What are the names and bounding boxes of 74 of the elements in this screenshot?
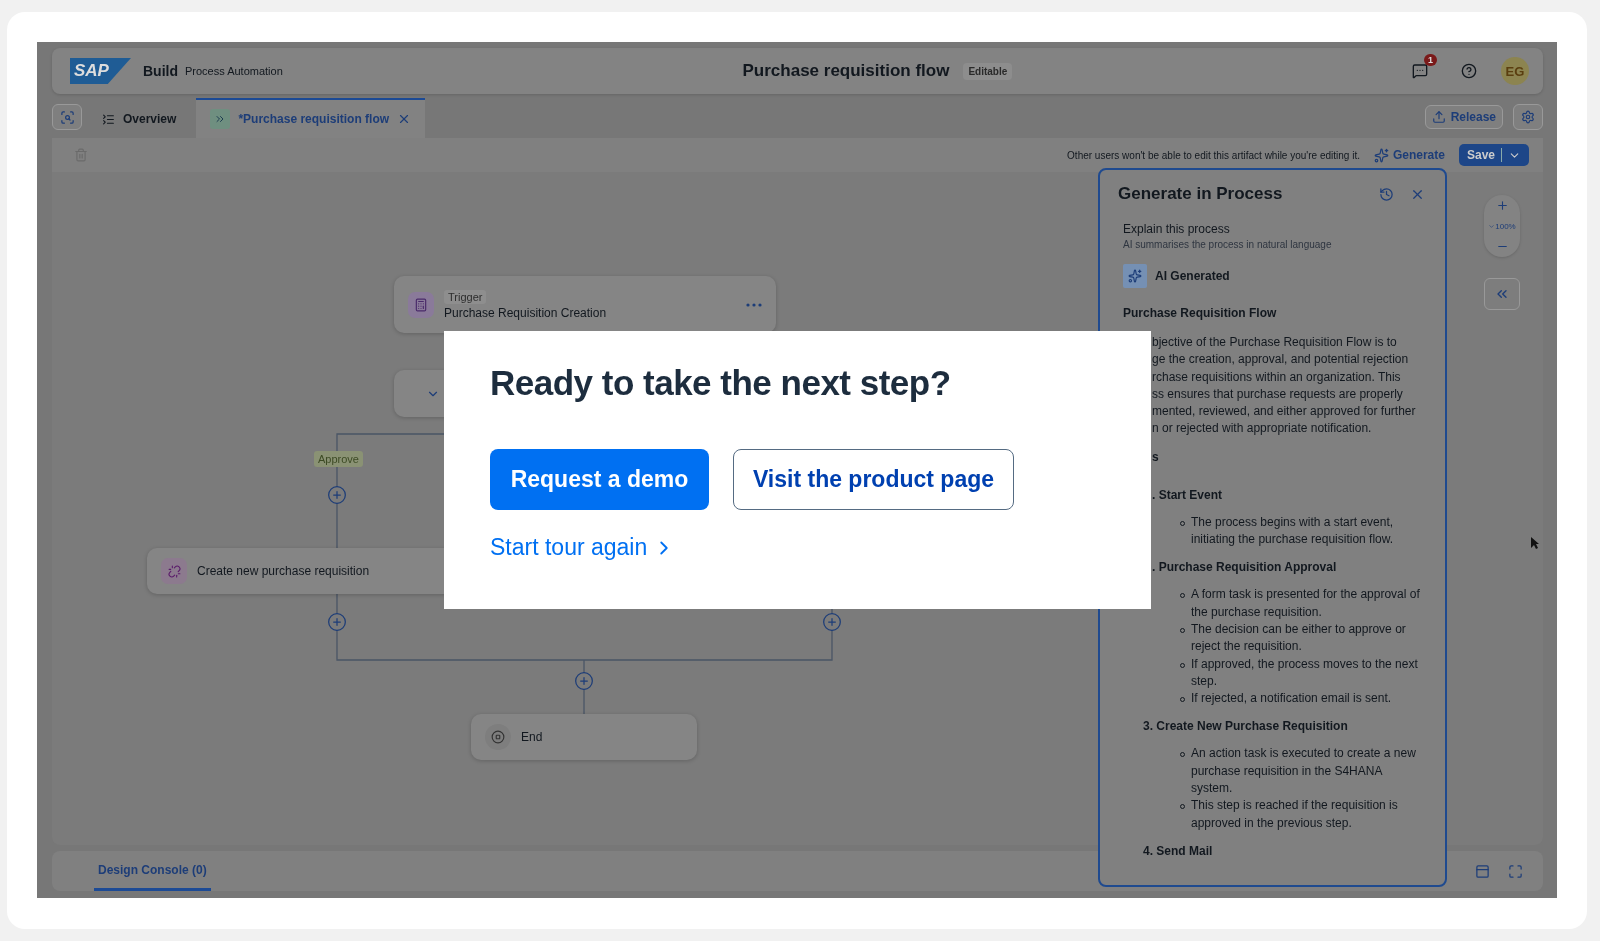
search-button[interactable] — [52, 104, 82, 130]
request-demo-button[interactable]: Request a demo — [490, 449, 709, 510]
product-name: Build — [142, 63, 178, 79]
tab[interactable]: *Purchase requisition flow — [196, 98, 426, 138]
node-title: Purchase Requisition Creation — [444, 305, 608, 320]
release-button[interactable]: Release — [1424, 105, 1503, 129]
panel-icon[interactable] — [1475, 863, 1490, 879]
plus-icon — [1495, 199, 1509, 212]
action-icon — [161, 558, 187, 584]
summary-text-line: rchase requisitions within an organization. This — [1151, 368, 1402, 386]
save-button[interactable]: Save — [1458, 144, 1529, 166]
trigger-node[interactable]: Trigger Purchase Requisition Creation — [394, 276, 776, 333]
summary-text-line: mented, reviewed, and either approved for further — [1151, 403, 1417, 421]
summary-text-line: n or rejected with appropriate notification. — [1151, 420, 1373, 438]
generate-button[interactable]: Generate — [1373, 147, 1445, 163]
caret-icon — [1488, 222, 1496, 230]
bullet-text: If rejected, a notification email is sent. — [1123, 690, 1425, 708]
zoom-level[interactable]: 100% — [1488, 221, 1516, 231]
bullet-text: An action task is executed to create a new purchase requisition in the S4HANA system. — [1123, 745, 1425, 798]
action-title: Explain this process — [1123, 222, 1231, 236]
console-tab[interactable]: Design Console (0) — [94, 851, 211, 891]
tour-link[interactable]: Start tour again — [490, 534, 676, 561]
stop-icon — [485, 724, 511, 750]
modal-title: Ready to take the next step? — [490, 363, 952, 403]
node-title: Create new purchase requisition — [197, 564, 370, 578]
reset-button[interactable] — [1379, 186, 1394, 202]
bullet-text: This step is reached if the requisition is approved in the previous step. — [1123, 797, 1425, 832]
sparkle-glyph — [1128, 269, 1142, 283]
fullscreen-icon[interactable] — [1508, 863, 1523, 879]
list-icon — [102, 112, 115, 126]
tab[interactable]: Overview — [88, 98, 191, 138]
search-icon — [59, 109, 75, 125]
add-step-icon[interactable] — [327, 612, 347, 632]
user-avatar[interactable]: EG — [1501, 57, 1529, 85]
step-heading: . Start Event — [1151, 487, 1224, 502]
step-heading: . Purchase Requisition Approval — [1151, 560, 1338, 575]
step-heading: 4. Send Mail — [1142, 843, 1214, 858]
ai-label: AI Generated — [1155, 269, 1230, 283]
add-step-icon[interactable] — [822, 612, 842, 632]
editing-notice: Other users won't be able to edit this artifact while you're editing it. — [1067, 149, 1360, 161]
help-icon[interactable] — [1461, 63, 1477, 79]
section-heading: Purchase Requisition Flow — [1123, 306, 1278, 320]
settings-icon — [1521, 110, 1535, 124]
summary-text-line: bjective of the Purchase Requisition Flow is to — [1151, 334, 1398, 351]
bullet-text: The decision can be either to approve or reject the requisition. — [1123, 620, 1425, 656]
upload-icon — [1431, 110, 1446, 124]
form-icon — [408, 291, 434, 318]
notification-count: 1 — [1424, 54, 1437, 66]
end-node[interactable]: End — [471, 714, 697, 760]
status-badge: Editable — [963, 62, 1013, 80]
node-type-tag: Trigger — [444, 289, 487, 304]
summary-text-line: ss ensures that purchase requests are properly — [1151, 385, 1404, 403]
process-icon — [210, 109, 231, 129]
action-hint: AI summarises the process in natural language — [1123, 239, 1333, 250]
settings-button[interactable] — [1513, 104, 1543, 130]
add-step-icon[interactable] — [327, 485, 347, 505]
branch-label: Approve — [314, 451, 363, 467]
collapse-button[interactable] — [1484, 278, 1520, 310]
reset-icon — [1379, 186, 1394, 202]
step-heading: 3. Create New Purchase Requisition — [1142, 719, 1349, 734]
more-icon[interactable] — [746, 302, 762, 307]
logo: SAP — [70, 58, 131, 84]
node-title: End — [521, 730, 543, 744]
panel-title: Generate in Process — [1118, 184, 1284, 204]
summary-text-line: ge the creation, approval, and potential rejection — [1151, 351, 1410, 369]
add-step-icon[interactable] — [574, 671, 594, 691]
product-page-button[interactable]: Visit the product page — [733, 449, 1014, 510]
step-heading: s — [1151, 449, 1160, 464]
bullet-text: If approved, the process moves to the next step. — [1123, 655, 1425, 691]
cursor-icon — [1530, 536, 1540, 550]
product-subtitle: Process Automation — [184, 65, 283, 77]
zoom-in-button[interactable] — [1495, 199, 1509, 212]
page-title: Purchase requisition flow — [742, 61, 950, 81]
sparkle-icon — [1373, 147, 1389, 163]
